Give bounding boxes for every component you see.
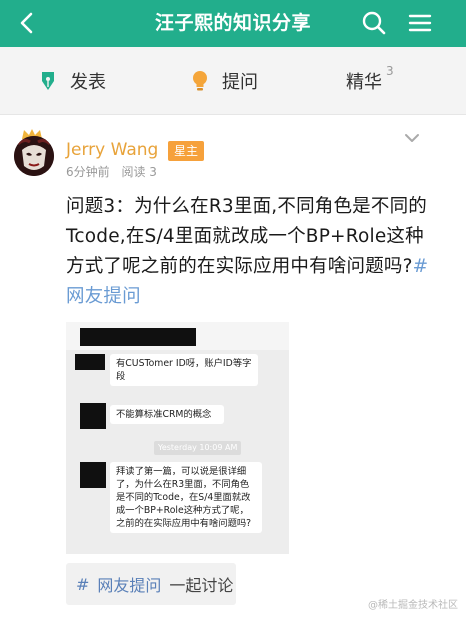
chip-tag: 网友提问: [97, 576, 162, 595]
attached-chat-screenshot[interactable]: 有CUSTomer ID呀，账户ID等字段 不能算标准CRM的概念 Yester…: [66, 322, 289, 554]
tab-featured[interactable]: 精华 3: [346, 47, 394, 115]
chat-bubble: 拜读了第一篇，可以说是很详细了，为什么在R3里面，不同角色是不同的Tcode，在…: [110, 462, 262, 533]
chat-bubble: 不能算标准CRM的概念: [110, 405, 224, 424]
tab-publish-label: 发表: [70, 72, 106, 93]
search-icon[interactable]: [360, 9, 388, 37]
chevron-down-icon[interactable]: [402, 132, 422, 146]
post-reads: 阅读 3: [121, 165, 157, 179]
lightbulb-icon: [193, 71, 207, 91]
redacted-avatar: [75, 354, 105, 370]
post-time: 6分钟前: [66, 165, 110, 179]
action-tabs: 发表 提问 精华 3: [0, 47, 466, 115]
hash-icon: #: [76, 574, 90, 594]
menu-icon[interactable]: [406, 9, 434, 37]
pen-icon: [42, 72, 54, 90]
post-text: 问题3：为什么在R3里面,不同角色是不同的Tcode,在S/4里面就改成一个BP…: [66, 196, 427, 277]
app-header: 汪子熙的知识分享: [0, 0, 466, 47]
chip-action: 一起讨论: [169, 576, 234, 595]
owner-badge: 星主: [168, 141, 205, 161]
redacted-avatar: [80, 462, 106, 488]
featured-count: 3: [386, 64, 394, 78]
tab-publish[interactable]: 发表: [38, 47, 106, 115]
redacted-avatar: [80, 403, 106, 429]
tab-ask[interactable]: 提问: [190, 47, 258, 115]
page-title: 汪子熙的知识分享: [154, 12, 311, 34]
avatar[interactable]: [14, 136, 54, 176]
redacted-block: [80, 328, 196, 346]
post-meta: 6分钟前 阅读 3: [66, 163, 165, 180]
page: 汪子熙的知识分享 发表 提问 精华 3 Jerry Wang 星主 6分钟前 阅…: [0, 0, 466, 617]
tab-featured-label: 精华: [346, 72, 382, 93]
post-body: 问题3：为什么在R3里面,不同角色是不同的Tcode,在S/4里面就改成一个BP…: [66, 192, 436, 312]
author-name[interactable]: Jerry Wang: [66, 140, 158, 160]
discussion-chip[interactable]: # 网友提问 一起讨论: [66, 563, 236, 605]
tab-ask-label: 提问: [222, 72, 258, 93]
chat-bubble: 有CUSTomer ID呀，账户ID等字段: [110, 354, 258, 386]
chat-timestamp: Yesterday 10:09 AM: [154, 441, 242, 455]
mask-avatar-icon: [14, 136, 54, 176]
watermark: @稀土掘金技术社区: [368, 600, 458, 611]
